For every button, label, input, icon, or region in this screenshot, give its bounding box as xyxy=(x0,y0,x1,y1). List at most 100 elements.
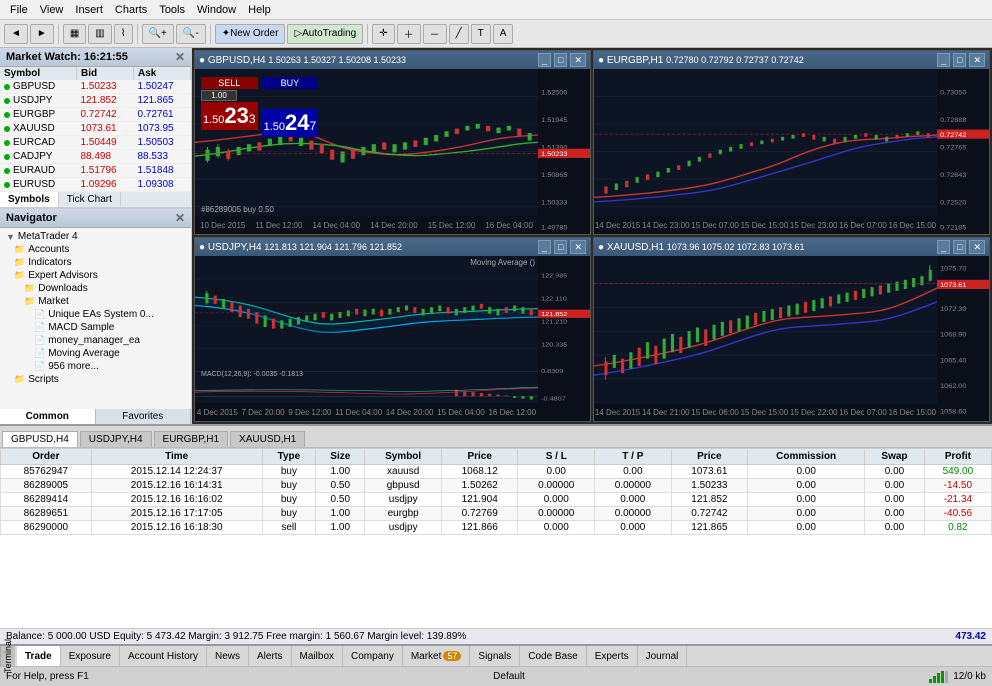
nav-tree-item[interactable]: 📁Downloads xyxy=(2,282,189,295)
tab-tick-chart[interactable]: Tick Chart xyxy=(59,192,121,207)
chart-usdjpy-maximize[interactable]: □ xyxy=(554,240,567,254)
chart-tab-eurgbp[interactable]: EURGBP,H1 xyxy=(154,431,229,447)
term-tab-mailbox[interactable]: Mailbox xyxy=(292,646,343,666)
chart-usdjpy-titlebar: ● USDJPY,H4 121.813 121.904 121.796 121.… xyxy=(195,238,590,256)
term-tab-signals[interactable]: Signals xyxy=(470,646,520,666)
market-watch-row[interactable]: EURAUD 1.51796 1.51848 xyxy=(0,164,191,178)
order-id: 86289414 xyxy=(1,493,92,507)
chart-usdjpy-close[interactable]: ✕ xyxy=(570,240,586,254)
toolbar-crosshair[interactable]: ✛ xyxy=(372,24,394,44)
menu-insert[interactable]: Insert xyxy=(69,2,109,18)
svg-text:0.72643: 0.72643 xyxy=(940,172,966,179)
order-swap: 0.00 xyxy=(865,479,925,493)
toolbar-text[interactable]: T xyxy=(471,24,491,44)
nav-tree-item[interactable]: 📁Market xyxy=(2,295,189,308)
chart-tab-xauusd[interactable]: XAUUSD,H1 xyxy=(230,431,305,447)
nav-tree-item[interactable]: 📄money_manager_ea xyxy=(2,334,189,347)
order-id: 86289651 xyxy=(1,507,92,521)
nav-tab-favorites[interactable]: Favorites xyxy=(96,409,192,424)
term-tab-experts[interactable]: Experts xyxy=(587,646,638,666)
tab-symbols[interactable]: Symbols xyxy=(0,192,59,207)
toolbar-chart-bar[interactable]: ▦ xyxy=(63,24,86,44)
term-tab-account-history[interactable]: Account History xyxy=(120,646,207,666)
chart-gbpusd-maximize[interactable]: □ xyxy=(554,53,567,67)
status-bar: For Help, press F1 Default 12/0 kb xyxy=(0,666,992,686)
chart-usdjpy-title: ● USDJPY,H4 121.813 121.904 121.796 121.… xyxy=(199,242,402,253)
nav-tree-icon: 📁 xyxy=(14,374,25,385)
menu-charts[interactable]: Charts xyxy=(109,2,153,18)
chart-usdjpy-minimize[interactable]: _ xyxy=(538,240,551,254)
toolbar-forward[interactable]: ► xyxy=(30,24,54,44)
order-row[interactable]: 86289005 2015.12.16 16:14:31 buy 0.50 gb… xyxy=(1,479,992,493)
nav-tree-item[interactable]: 📄Unique EAs System 0... xyxy=(2,308,189,321)
order-sl: 0.00 xyxy=(518,465,595,479)
chart-tab-usdjpy[interactable]: USDJPY,H4 xyxy=(80,431,152,447)
chart-gbpusd-minimize[interactable]: _ xyxy=(538,53,551,67)
chart-gbpusd-close[interactable]: ✕ xyxy=(570,53,586,67)
nav-tab-common[interactable]: Common xyxy=(0,409,96,424)
autotrading-button[interactable]: ▷ AutoTrading xyxy=(287,24,363,44)
market-watch-row[interactable]: EURGBP 0.72742 0.72761 xyxy=(0,108,191,122)
menu-view[interactable]: View xyxy=(34,2,70,18)
order-symbol: gbpusd xyxy=(365,479,442,493)
svg-text:-0.4807: -0.4807 xyxy=(541,396,566,402)
chart-eurgbp-minimize[interactable]: _ xyxy=(937,53,950,67)
menu-file[interactable]: File xyxy=(4,2,34,18)
lot-input[interactable] xyxy=(201,90,237,101)
term-tab-company[interactable]: Company xyxy=(343,646,403,666)
term-tab-news[interactable]: News xyxy=(207,646,249,666)
menu-window[interactable]: Window xyxy=(191,2,242,18)
nav-tree-item[interactable]: 📄MACD Sample xyxy=(2,321,189,334)
mw-symbol: USDJPY xyxy=(0,94,76,108)
market-watch-close[interactable]: ✕ xyxy=(175,50,185,64)
toolbar-minus[interactable]: － xyxy=(423,24,447,44)
toolbar-chart-line[interactable]: ⌇ xyxy=(114,24,133,44)
term-tab-market[interactable]: Market 57 xyxy=(403,646,471,666)
chart-tab-gbpusd[interactable]: GBPUSD,H4 xyxy=(2,431,78,447)
chart-eurgbp-maximize[interactable]: □ xyxy=(953,53,966,67)
market-watch-row[interactable]: XAUUSD 1073.61 1073.95 xyxy=(0,122,191,136)
toolbar-plus[interactable]: ＋ xyxy=(397,24,421,44)
market-watch-row[interactable]: EURUSD 1.09296 1.09308 xyxy=(0,178,191,192)
term-tab-trade[interactable]: Trade xyxy=(17,646,61,666)
chart-xauusd-close[interactable]: ✕ xyxy=(969,240,985,254)
menu-help[interactable]: Help xyxy=(242,2,277,18)
order-current-price: 0.72742 xyxy=(671,507,748,521)
market-watch-table: Symbol Bid Ask GBPUSD 1.50233 1.50247 US… xyxy=(0,67,191,192)
order-row[interactable]: 86289651 2015.12.16 17:17:05 buy 1.00 eu… xyxy=(1,507,992,521)
svg-text:121.852: 121.852 xyxy=(541,312,568,318)
term-tab-exposure[interactable]: Exposure xyxy=(61,646,120,666)
order-row[interactable]: 86290000 2015.12.16 16:18:30 sell 1.00 u… xyxy=(1,521,992,535)
market-watch-row[interactable]: CADJPY 88.498 88.533 xyxy=(0,150,191,164)
nav-tree-item[interactable]: 📄Moving Average xyxy=(2,347,189,360)
toolbar-period[interactable]: A xyxy=(493,24,514,44)
col-type: Type xyxy=(262,449,316,465)
toolbar-zoom-out[interactable]: 🔍- xyxy=(176,24,206,44)
nav-tree-item[interactable]: ▼MetaTrader 4 xyxy=(2,230,189,243)
new-order-button[interactable]: ✦ New Order xyxy=(215,24,286,44)
toolbar-back[interactable]: ◄ xyxy=(4,24,28,44)
market-watch-row[interactable]: EURCAD 1.50449 1.50503 xyxy=(0,136,191,150)
chart-eurgbp-close[interactable]: ✕ xyxy=(969,53,985,67)
menu-tools[interactable]: Tools xyxy=(153,2,191,18)
nav-tree-item[interactable]: 📁Expert Advisors xyxy=(2,269,189,282)
market-watch-row[interactable]: GBPUSD 1.50233 1.50247 xyxy=(0,80,191,94)
term-tab-journal[interactable]: Journal xyxy=(638,646,688,666)
svg-text:0.72520: 0.72520 xyxy=(940,200,966,207)
toolbar-chart-candle[interactable]: ▥ xyxy=(88,24,111,44)
term-tab-alerts[interactable]: Alerts xyxy=(249,646,292,666)
order-row[interactable]: 86289414 2015.12.16 16:16:02 buy 0.50 us… xyxy=(1,493,992,507)
order-row[interactable]: 85762947 2015.12.14 12:24:37 buy 1.00 xa… xyxy=(1,465,992,479)
toolbar-line[interactable]: ╱ xyxy=(449,24,469,44)
term-tab-code-base[interactable]: Code Base xyxy=(520,646,586,666)
nav-tree-item[interactable]: 📁Scripts xyxy=(2,373,189,386)
signal-bars-icon xyxy=(929,671,949,683)
chart-xauusd-maximize[interactable]: □ xyxy=(953,240,966,254)
market-watch-row[interactable]: USDJPY 121.852 121.865 xyxy=(0,94,191,108)
nav-tree-item[interactable]: 📄956 more... xyxy=(2,360,189,373)
nav-tree-item[interactable]: 📁Indicators xyxy=(2,256,189,269)
navigator-close[interactable]: ✕ xyxy=(175,211,185,225)
nav-tree-item[interactable]: 📁Accounts xyxy=(2,243,189,256)
toolbar-zoom-in[interactable]: 🔍+ xyxy=(142,24,174,44)
chart-xauusd-minimize[interactable]: _ xyxy=(937,240,950,254)
